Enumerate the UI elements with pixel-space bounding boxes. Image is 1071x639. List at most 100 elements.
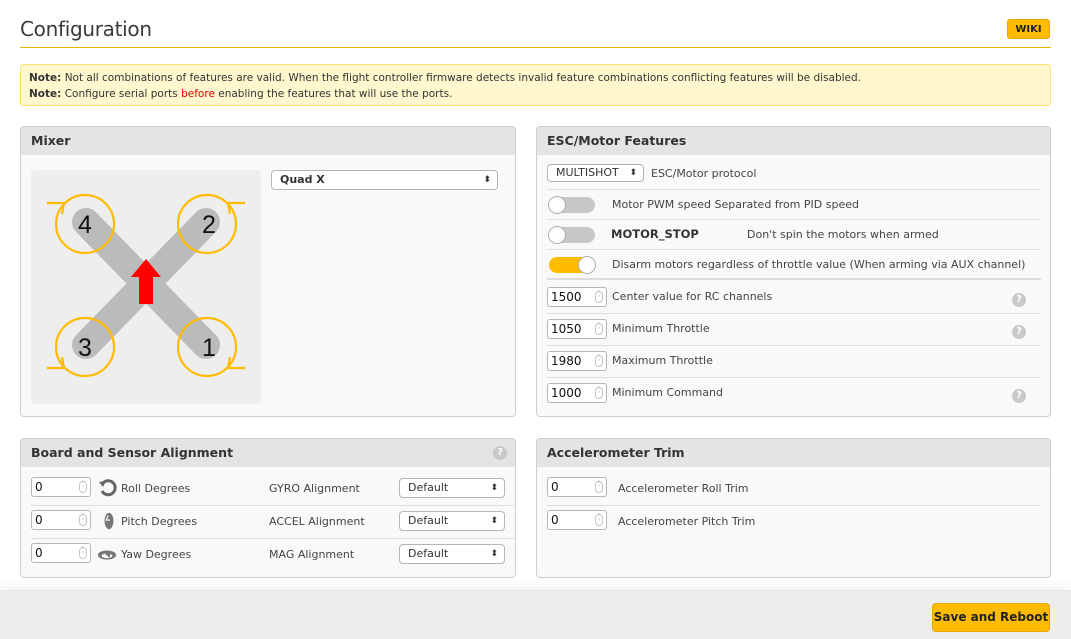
gyro-alignment-select[interactable]: Default ⬍ [399,478,505,498]
board-alignment-title: Board and Sensor Alignment [31,445,234,460]
wiki-button[interactable]: WIKI [1007,19,1050,39]
input-value: 0 [551,480,559,494]
toggle-knob [548,196,566,214]
select-arrows-icon: ⬍ [483,175,491,185]
alignment-row-yaw: 0 ˆˇ Yaw Degrees MAG Alignment Default ⬍ [31,539,515,572]
input-value: 0 [551,513,559,527]
toggle-knob [578,256,596,274]
help-icon[interactable]: ? [1012,325,1026,339]
mag-alignment-select[interactable]: Default ⬍ [399,544,505,564]
accelerometer-trim-title: Accelerometer Trim [537,439,1050,467]
min-throttle-input[interactable]: 1050 ˆ ˇ [547,319,607,339]
number-row: 1500 ˆ ˇ Center value for RC channels ? [547,282,1041,314]
esc-protocol-value: MULTISHOT [556,166,619,179]
number-label: Minimum Command [612,386,724,399]
esc-protocol-row: MULTISHOT ⬍ ESC/Motor protocol [547,162,1041,190]
select-arrows-icon: ⬍ [490,483,498,493]
input-value: 1000 [551,386,582,400]
center-value-input[interactable]: 1500 ˆ ˇ [547,287,607,307]
motor-label-1: 1 [202,334,216,362]
pwm-separated-toggle[interactable] [548,196,595,214]
mixer-title: Mixer [21,127,515,155]
note-text: Configure serial ports [64,88,178,100]
min-command-input[interactable]: 1000 ˆ ˇ [547,383,607,403]
esc-protocol-select[interactable]: MULTISHOT ⬍ [547,164,644,182]
sensor-alignment-label: ACCEL Alignment [269,515,365,528]
input-value: 1050 [551,322,582,336]
number-row: 1000 ˆ ˇ Minimum Command ? [547,378,1041,410]
help-icon[interactable]: ? [1012,293,1026,307]
spinner-icon[interactable]: ˆˇ [595,323,603,335]
esc-motor-panel: ESC/Motor Features MULTISHOT ⬍ ESC/Motor… [536,126,1051,417]
toggle-row: MOTOR_STOP Don't spin the motors when ar… [547,220,1041,250]
sensor-alignment-label: MAG Alignment [269,548,355,561]
feature-name: MOTOR_STOP [611,227,699,241]
note-text: enabling the features that will use the … [218,88,453,100]
select-arrows-icon: ⬍ [490,549,498,559]
mixer-panel: Mixer 4 2 3 1 Quad X ⬍ [20,126,516,417]
board-alignment-panel: Board and Sensor Alignment ? 0 ˆˇ Roll De… [20,438,516,578]
sensor-alignment-label: GYRO Alignment [269,482,360,495]
motor-label-3: 3 [78,334,92,362]
spinner-icon[interactable]: ˆˇ [595,291,603,303]
spinner-icon[interactable]: ˆˇ [595,514,603,526]
trim-label: Accelerometer Pitch Trim [618,515,756,528]
alignment-row-roll: 0 ˆˇ Roll Degrees GYRO Alignment Default ⬍ [31,473,515,506]
note-prefix: Note: [29,88,62,100]
alignment-label: Yaw Degrees [121,548,192,561]
toggle-row: Disarm motors regardless of throttle val… [547,250,1041,280]
configuration-page: Configuration WIKI Note: Not all combina… [0,0,1071,639]
input-value: 0 [35,546,43,560]
select-value: Default [408,547,449,560]
max-throttle-input[interactable]: 1980 ˆ ˇ [547,351,607,371]
toggle-row: Motor PWM speed Separated from PID speed [547,190,1041,220]
spinner-icon[interactable]: ˆˇ [595,481,603,493]
select-value: Default [408,514,449,527]
input-value: 0 [35,513,43,527]
pitch-icon [104,512,114,530]
esc-title: ESC/Motor Features [537,127,1050,155]
roll-icon [99,479,117,497]
spinner-icon[interactable]: ˆˇ [79,514,87,526]
page-title: Configuration [20,17,152,41]
select-arrows-icon: ⬍ [629,168,637,178]
spinner-icon[interactable]: ˆˇ [595,387,603,399]
esc-protocol-label: ESC/Motor protocol [651,167,757,180]
roll-degrees-input[interactable]: 0 ˆˇ [31,477,91,497]
number-label: Maximum Throttle [612,354,713,367]
yaw-degrees-input[interactable]: 0 ˆˇ [31,543,91,563]
note-box: Note: Not all combinations of features a… [20,64,1051,106]
disarm-toggle[interactable] [549,256,596,274]
note-highlight: before [181,88,215,100]
spinner-icon[interactable]: ˆˇ [595,355,603,367]
motor-stop-toggle[interactable] [548,226,595,244]
input-value: 0 [35,480,43,494]
toggle-label: Disarm motors regardless of throttle val… [612,258,1026,271]
pitch-trim-input[interactable]: 0 ˆˇ [547,510,607,530]
mixer-type-select[interactable]: Quad X ⬍ [271,170,498,190]
board-alignment-header: Board and Sensor Alignment ? [21,439,515,467]
alignment-label: Pitch Degrees [121,515,198,528]
accel-alignment-select[interactable]: Default ⬍ [399,511,505,531]
trim-row: 0 ˆˇ Accelerometer Pitch Trim [547,506,1041,539]
spinner-icon[interactable]: ˆˇ [79,547,87,559]
accelerometer-trim-panel: Accelerometer Trim 0 ˆˇ Accelerometer Rol… [536,438,1051,578]
spinner-icon[interactable]: ˆˇ [79,481,87,493]
number-row: 1050 ˆ ˇ Minimum Throttle ? [547,314,1041,346]
toggle-label: Motor PWM speed Separated from PID speed [612,198,859,211]
select-value: Default [408,481,449,494]
mixer-type-value: Quad X [280,173,325,186]
motor-label-2: 2 [202,211,216,239]
footer-bar: Save and Reboot [0,590,1071,639]
help-icon[interactable]: ? [493,446,507,460]
trim-label: Accelerometer Roll Trim [618,482,749,495]
pitch-degrees-input[interactable]: 0 ˆˇ [31,510,91,530]
save-and-reboot-button[interactable]: Save and Reboot [932,603,1050,632]
note-line-1: Note: Not all combinations of features a… [29,70,1042,86]
yaw-icon [97,550,117,560]
alignment-label: Roll Degrees [121,482,191,495]
input-value: 1980 [551,354,582,368]
mixer-diagram: 4 2 3 1 [31,170,261,404]
help-icon[interactable]: ? [1012,389,1026,403]
roll-trim-input[interactable]: 0 ˆˇ [547,477,607,497]
